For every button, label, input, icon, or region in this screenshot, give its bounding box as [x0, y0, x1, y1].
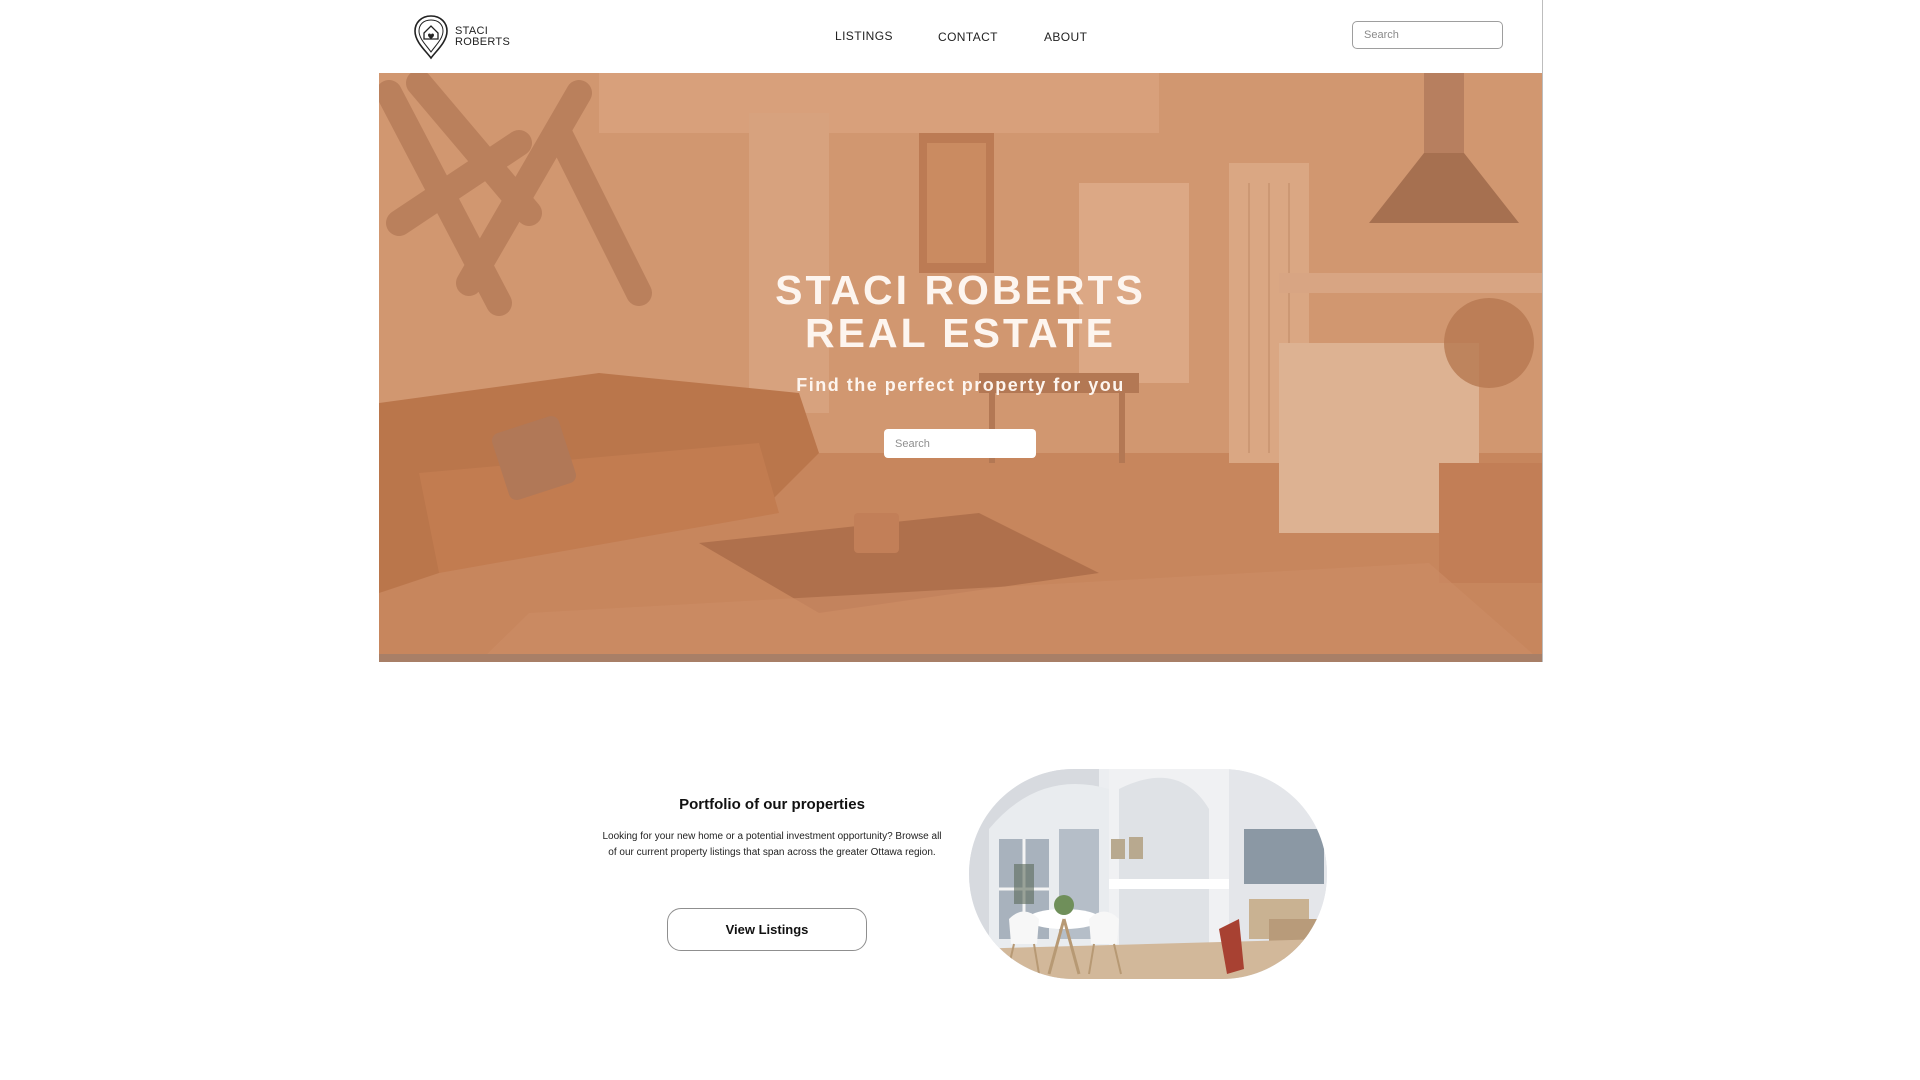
- hero-title: STACI ROBERTS REAL ESTATE: [379, 269, 1542, 355]
- brand-name: STACI ROBERTS: [455, 26, 510, 48]
- header-search-input[interactable]: [1352, 21, 1503, 49]
- hero-title-line1: STACI ROBERTS: [775, 267, 1146, 313]
- hero-tint-overlay: [379, 73, 1542, 662]
- brand-logo[interactable]: STACI ROBERTS: [413, 14, 510, 60]
- view-listings-button[interactable]: View Listings: [667, 908, 867, 951]
- nav-listings[interactable]: LISTINGS: [835, 29, 893, 43]
- site-header: STACI ROBERTS LISTINGS CONTACT ABOUT: [379, 0, 1542, 73]
- hero-search-input[interactable]: [884, 429, 1036, 458]
- nav-contact[interactable]: CONTACT: [938, 30, 998, 44]
- portfolio-property-image: [969, 769, 1327, 979]
- portfolio-title: Portfolio of our properties: [679, 796, 865, 813]
- dining-room-photo: [969, 769, 1327, 979]
- brand-name-line2: ROBERTS: [455, 36, 511, 48]
- hero-banner: STACI ROBERTS REAL ESTATE Find the perfe…: [379, 73, 1542, 662]
- hero-bottom-strip: [379, 654, 1542, 662]
- hero-subtitle: Find the perfect property for you: [796, 375, 1125, 395]
- map-pin-house-icon: [414, 15, 448, 60]
- frame-border: [1542, 0, 1543, 662]
- hero-title-line2: REAL ESTATE: [805, 310, 1116, 356]
- nav-about[interactable]: ABOUT: [1044, 30, 1087, 44]
- portfolio-description: Looking for your new home or a potential…: [602, 831, 942, 858]
